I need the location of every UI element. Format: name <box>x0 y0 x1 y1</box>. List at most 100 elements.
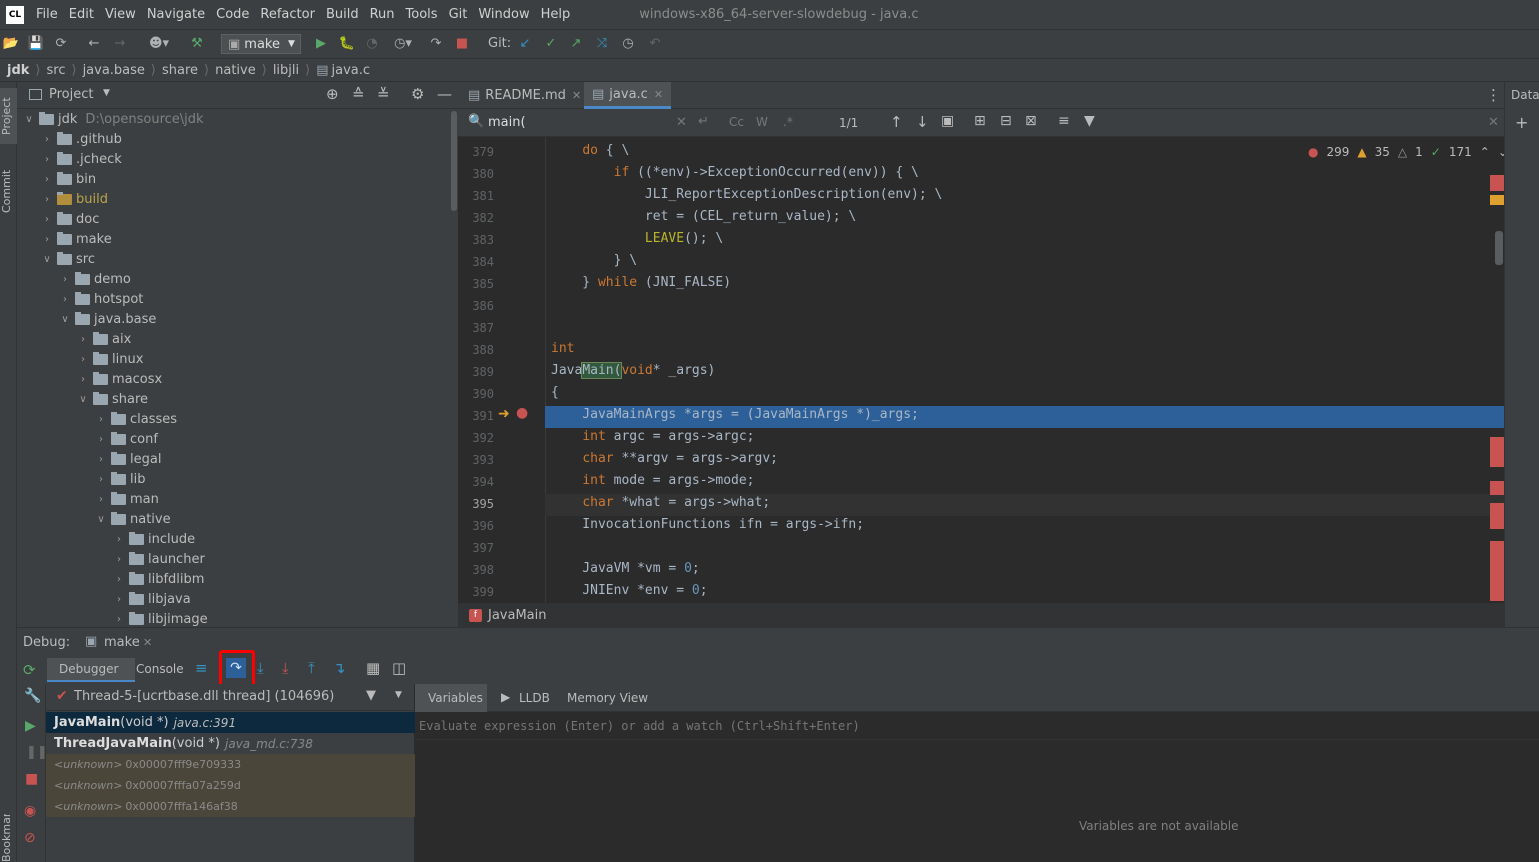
tree-item[interactable]: › hotspot <box>59 289 143 309</box>
breadcrumb-src[interactable]: src <box>47 63 66 78</box>
chevron-down-icon[interactable]: ▼ <box>395 690 402 700</box>
project-title[interactable]: Project <box>49 87 93 102</box>
stack-frame[interactable]: <unknown> 0x00007fffa146af38 <box>46 796 415 817</box>
git-push-icon[interactable]: ↗ <box>567 35 585 53</box>
tree-item[interactable]: › conf <box>95 429 158 449</box>
menu-run[interactable]: Run <box>370 7 395 22</box>
breadcrumb-native[interactable]: native <box>215 63 256 78</box>
menu-edit[interactable]: Edit <box>69 7 94 22</box>
sync-icon[interactable]: ⟳ <box>52 35 70 53</box>
add-icon[interactable]: + <box>1515 113 1528 132</box>
chevron-right-icon[interactable]: › <box>41 134 53 145</box>
previous-match-icon[interactable]: ↑ <box>890 113 903 131</box>
tree-item[interactable]: › libjimage <box>113 609 208 627</box>
breadcrumb-java-c[interactable]: java.c <box>332 63 371 78</box>
open-folder-icon[interactable]: 📂 <box>2 35 20 53</box>
tree-item[interactable]: › libfdlibm <box>113 569 204 589</box>
chevron-right-icon[interactable]: › <box>59 294 71 305</box>
thread-selector[interactable]: ✔ Thread-5-[ucrtbase.dll thread] (104696… <box>46 684 415 711</box>
more-options-icon[interactable]: ⋮ <box>1486 86 1501 104</box>
pause-icon[interactable]: ❚❚ <box>26 745 48 760</box>
filter-options-icon[interactable]: ≡ <box>1058 113 1070 129</box>
evaluate-icon[interactable]: ▦ <box>366 659 380 677</box>
close-icon[interactable]: ✕ <box>572 89 581 102</box>
close-icon[interactable]: ✕ <box>1488 115 1499 130</box>
inspection-widget[interactable]: ● 299 ▲ 35 △ 1 ✓ 171 ⌃ ⌄ <box>1308 145 1504 159</box>
chevron-right-icon[interactable]: › <box>113 554 125 565</box>
menu-help[interactable]: Help <box>541 7 571 22</box>
wrench-icon[interactable]: 🔧 <box>24 688 41 704</box>
tree-item[interactable]: › lib <box>95 469 145 489</box>
tab-console[interactable]: Console <box>136 662 184 676</box>
stack-frame[interactable]: JavaMain (void *) java.c:391 <box>46 712 415 733</box>
breadcrumb-java-base[interactable]: java.base <box>83 63 145 78</box>
menu-git[interactable]: Git <box>449 7 468 22</box>
tab-readme[interactable]: ▤ README.md ✕ <box>460 82 589 109</box>
user-icon[interactable]: ☻▾ <box>146 35 172 53</box>
chevron-right-icon[interactable]: › <box>95 434 107 445</box>
close-icon[interactable]: ✕ <box>654 88 663 101</box>
error-mark[interactable] <box>1490 481 1504 495</box>
debug-session-tab[interactable]: make <box>104 635 140 650</box>
warning-mark[interactable] <box>1490 195 1504 205</box>
tab-java-c[interactable]: ▤ java.c ✕ <box>584 82 672 109</box>
menu-file[interactable]: File <box>36 7 58 22</box>
chevron-right-icon[interactable]: › <box>113 534 125 545</box>
stop-icon[interactable]: ■ <box>453 35 471 53</box>
git-rollback-icon[interactable]: ↶ <box>646 35 664 53</box>
git-update-icon[interactable]: ↙ <box>516 35 534 53</box>
run-icon[interactable]: ▶ <box>312 35 330 53</box>
chevron-down-icon[interactable]: ∨ <box>23 114 35 125</box>
evaluate-expression-input[interactable] <box>419 716 1519 736</box>
back-icon[interactable]: ← <box>85 35 103 53</box>
error-mark[interactable] <box>1490 503 1504 529</box>
whole-word-toggle[interactable]: W <box>756 115 768 129</box>
menu-tools[interactable]: Tools <box>406 7 438 22</box>
next-match-icon[interactable]: ↓ <box>916 113 929 131</box>
step-into-icon[interactable]: ⤓ <box>257 659 264 677</box>
commit-tool-tab[interactable]: Commit <box>0 162 17 220</box>
tree-item[interactable]: › classes <box>95 409 177 429</box>
stop-icon[interactable]: ■ <box>25 771 38 787</box>
git-fetch-icon[interactable]: ⤨ <box>593 35 611 53</box>
profile-icon[interactable]: ◷▾ <box>388 35 418 53</box>
coverage-icon[interactable]: ◔ <box>363 35 381 53</box>
tree-item[interactable]: ∨ src <box>41 249 95 269</box>
match-case-toggle[interactable]: Cc <box>729 115 744 129</box>
tree-item[interactable]: ∨ share <box>77 389 148 409</box>
chevron-right-icon[interactable]: › <box>95 474 107 485</box>
chevron-right-icon[interactable]: › <box>41 234 53 245</box>
tree-item[interactable]: › man <box>95 489 159 509</box>
chevron-right-icon[interactable]: › <box>41 214 53 225</box>
tree-item[interactable]: › include <box>113 529 195 549</box>
chevron-right-icon[interactable]: › <box>95 414 107 425</box>
expand-all-icon[interactable]: ≙ <box>352 85 365 103</box>
chevron-right-icon[interactable]: › <box>77 374 89 385</box>
collapse-all-icon[interactable]: ≚ <box>377 85 390 103</box>
filter-icon[interactable]: ▼ <box>366 688 376 703</box>
tree-item[interactable]: ∨ jdk D:\opensource\jdk <box>23 109 204 129</box>
tree-scrollbar[interactable] <box>451 111 457 211</box>
tree-item[interactable]: › demo <box>59 269 131 289</box>
chevron-right-icon[interactable]: › <box>41 174 53 185</box>
tree-item[interactable]: › bin <box>41 169 96 189</box>
tree-item[interactable]: › linux <box>77 349 143 369</box>
bookmarks-tool-tab[interactable]: Bookmarks <box>0 814 17 862</box>
step-over-icon[interactable]: ↷ <box>226 658 246 678</box>
chevron-right-icon[interactable]: › <box>41 154 53 165</box>
attach-icon[interactable]: ↷ <box>427 35 445 53</box>
close-icon[interactable]: ✕ <box>143 636 152 649</box>
editor-scrollbar[interactable] <box>1495 231 1503 265</box>
function-crumb-label[interactable]: JavaMain <box>488 608 547 623</box>
debug-icon[interactable]: 🐛 <box>338 35 356 53</box>
chevron-down-icon[interactable]: ∨ <box>41 254 53 265</box>
menu-window[interactable]: Window <box>478 7 529 22</box>
regex-toggle[interactable]: .* <box>783 115 793 129</box>
tree-item[interactable]: › launcher <box>113 549 205 569</box>
project-tool-tab[interactable]: Project <box>0 88 17 144</box>
chevron-right-icon[interactable]: › <box>113 594 125 605</box>
mute-breakpoints-icon[interactable]: ⊘ <box>24 830 36 846</box>
save-icon[interactable]: 💾 <box>27 35 45 53</box>
tree-item[interactable]: › macosx <box>77 369 162 389</box>
tree-item[interactable]: ∨ native <box>95 509 171 529</box>
